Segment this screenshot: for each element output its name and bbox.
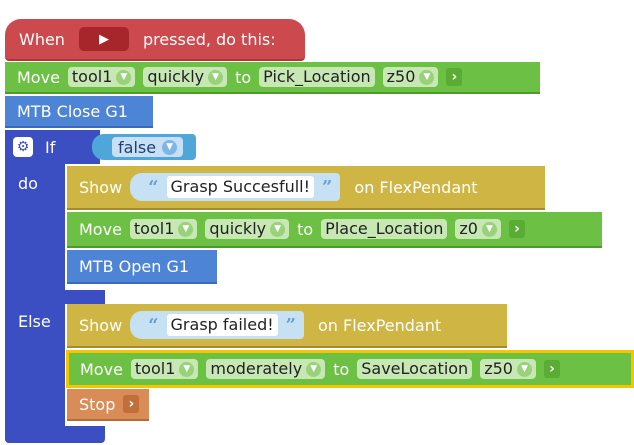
mtb-open-block[interactable]: MTB Open G1 (67, 250, 217, 284)
zone-value: z50 (386, 67, 416, 86)
show-label: Show (79, 315, 123, 335)
stop-block[interactable]: Stop › (67, 389, 149, 421)
condition-dropdown[interactable]: false ▼ (112, 137, 184, 157)
to-label: to (297, 219, 314, 239)
location-field[interactable]: Place_Location (321, 219, 448, 239)
expand-icon[interactable]: › (123, 395, 140, 413)
move-block-pick[interactable]: Move tool1 ▼ quickly ▼ to Pick_Location z5… (5, 62, 540, 94)
move-label: Move (79, 219, 122, 239)
tool-value: tool1 (71, 67, 113, 86)
dropdown-arrow-icon: ▼ (178, 221, 194, 237)
expand-icon[interactable]: › (543, 360, 560, 378)
expand-icon[interactable]: › (508, 220, 525, 238)
location-value: Pick_Location (263, 67, 371, 86)
condition-value: false (118, 137, 157, 157)
move-block-place[interactable]: Move tool1 ▼ quickly ▼ to Place_Location z… (67, 212, 602, 248)
zone-dropdown[interactable]: z0 ▼ (455, 219, 501, 239)
show-label: Show (79, 177, 123, 197)
if-header[interactable]: ⚙ If (5, 130, 100, 164)
show-block-failed[interactable]: Show “ Grasp failed! ” on FlexPendant (67, 304, 507, 348)
speed-value: moderately (210, 359, 303, 378)
target-label: on FlexPendant (318, 315, 442, 335)
gear-icon[interactable]: ⚙ (13, 137, 33, 157)
tool-dropdown[interactable]: tool1 ▼ (130, 359, 199, 379)
speed-dropdown[interactable]: moderately ▼ (206, 359, 326, 379)
speed-dropdown[interactable]: quickly ▼ (205, 219, 290, 239)
tool-value: tool1 (133, 219, 175, 238)
to-label: to (333, 359, 350, 379)
if-label: If (45, 137, 56, 157)
dropdown-arrow-icon: ▼ (481, 221, 497, 237)
zone-value: z50 (484, 359, 513, 378)
mtb-close-label: MTB Close G1 (17, 101, 128, 121)
when-pressed-block[interactable]: When ▶ pressed, do this: (5, 19, 305, 61)
open-quote-icon: “ (148, 314, 159, 336)
dropdown-arrow-icon: ▼ (208, 69, 224, 85)
move-block-save[interactable]: Move tool1 ▼ moderately ▼ to SaveLocation … (66, 350, 634, 388)
location-value: SaveLocation (361, 359, 469, 378)
location-field[interactable]: Pick_Location (259, 67, 375, 87)
else-label: Else (18, 312, 51, 331)
dropdown-arrow-icon: ▼ (179, 361, 195, 377)
close-quote-icon: ” (322, 176, 333, 198)
if-footer (5, 426, 105, 443)
expand-icon[interactable]: › (446, 68, 463, 86)
location-value: Place_Location (325, 219, 444, 238)
dropdown-arrow-icon: ▼ (162, 139, 178, 155)
speed-value: quickly (147, 67, 205, 86)
speed-value: quickly (209, 219, 267, 238)
to-label: to (235, 67, 252, 87)
tool-value: tool1 (134, 359, 176, 378)
tool-dropdown[interactable]: tool1 ▼ (67, 67, 136, 87)
string-input[interactable]: “ Grasp Succesfull! ” (130, 173, 341, 201)
move-label: Move (17, 67, 60, 87)
zone-dropdown[interactable]: z50 ▼ (382, 67, 439, 87)
play-icon: ▶ (98, 31, 109, 47)
speed-dropdown[interactable]: quickly ▼ (143, 67, 228, 87)
play-button[interactable]: ▶ (78, 27, 129, 51)
zone-value: z0 (459, 219, 478, 238)
show-block-success[interactable]: Show “ Grasp Succesfull! ” on FlexPendan… (67, 166, 545, 210)
string-input[interactable]: “ Grasp failed! ” (130, 311, 304, 339)
move-label: Move (80, 359, 123, 379)
condition-input[interactable]: false ▼ (92, 134, 196, 160)
message-text[interactable]: Grasp Succesfull! (166, 176, 315, 198)
close-quote-icon: ” (285, 314, 296, 336)
dropdown-arrow-icon: ▼ (270, 221, 286, 237)
dropdown-arrow-icon: ▼ (516, 361, 532, 377)
when-label: When (19, 29, 65, 49)
tool-dropdown[interactable]: tool1 ▼ (129, 219, 198, 239)
dropdown-arrow-icon: ▼ (116, 69, 132, 85)
mtb-close-block[interactable]: MTB Close G1 (5, 96, 153, 128)
zone-dropdown[interactable]: z50 ▼ (480, 359, 536, 379)
location-field[interactable]: SaveLocation (357, 359, 473, 379)
dropdown-arrow-icon: ▼ (419, 69, 435, 85)
target-label: on FlexPendant (354, 177, 478, 197)
dropdown-arrow-icon: ▼ (306, 361, 322, 377)
else-header (5, 290, 105, 304)
open-quote-icon: “ (148, 176, 159, 198)
mtb-open-label: MTB Open G1 (79, 256, 190, 276)
pressed-label: pressed, do this: (142, 29, 276, 49)
do-label: do (18, 174, 38, 193)
stop-label: Stop (79, 394, 116, 414)
message-text[interactable]: Grasp failed! (166, 314, 278, 336)
